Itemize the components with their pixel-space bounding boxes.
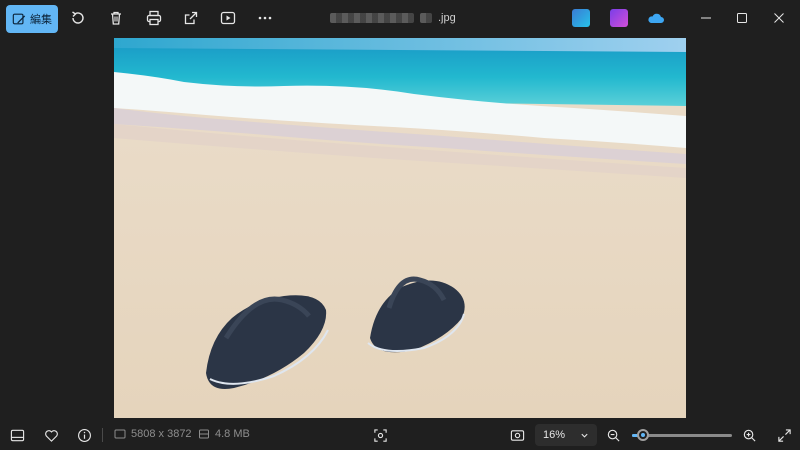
image-dimensions: 5808 x 3872	[114, 428, 192, 440]
maximize-icon	[737, 13, 747, 23]
edit-image-icon	[12, 13, 26, 25]
zoom-dropdown[interactable]: 16%	[535, 424, 597, 446]
storage-icon	[199, 429, 209, 439]
clipchamp-icon[interactable]	[572, 9, 590, 27]
file-size: 4.8 MB	[198, 428, 250, 440]
more-button[interactable]	[251, 6, 279, 30]
delete-icon	[111, 11, 121, 25]
actual-size-icon	[510, 429, 524, 441]
zoom-out-button[interactable]	[602, 425, 624, 445]
zoom-value: 16%	[543, 429, 566, 441]
zoom-slider-thumb[interactable]	[637, 429, 649, 441]
filename-extension: .jpg	[438, 12, 456, 24]
dimensions-text: 5808 x 3872	[131, 428, 192, 440]
favorite-button[interactable]	[40, 425, 62, 445]
slideshow-button[interactable]	[214, 6, 242, 30]
fullscreen-button[interactable]	[773, 425, 795, 445]
share-button[interactable]	[177, 6, 205, 30]
print-icon	[146, 10, 162, 26]
zoom-out-icon	[607, 429, 620, 442]
window-title: .jpg	[330, 11, 456, 25]
print-button[interactable]	[140, 6, 168, 30]
delete-button[interactable]	[102, 6, 130, 30]
onedrive-button[interactable]	[647, 9, 665, 27]
close-icon	[774, 13, 784, 23]
chevron-down-icon	[581, 433, 588, 438]
zoom-in-button[interactable]	[738, 425, 760, 445]
status-bar: 5808 x 3872 4.8 MB 16%	[0, 420, 800, 450]
fullscreen-icon	[777, 428, 791, 442]
zoom-in-icon	[743, 429, 756, 442]
actual-size-button[interactable]	[506, 425, 528, 445]
edit-button[interactable]: 編集	[6, 5, 58, 33]
filmstrip-button[interactable]	[6, 425, 28, 445]
image-size-icon	[114, 429, 126, 439]
filesize-text: 4.8 MB	[215, 428, 250, 440]
onedrive-icon	[648, 13, 664, 23]
title-bar: 編集 .jpg	[0, 0, 800, 36]
more-icon	[258, 16, 272, 20]
redacted-filename-part	[420, 13, 432, 23]
rotate-button[interactable]	[64, 6, 92, 30]
maximize-button[interactable]	[732, 8, 752, 28]
zoom-slider[interactable]	[632, 429, 732, 441]
close-button[interactable]	[769, 8, 789, 28]
redacted-filename	[330, 13, 414, 23]
fit-to-window-button[interactable]	[369, 425, 391, 445]
divider	[102, 428, 103, 442]
focus-frame-icon	[373, 428, 387, 442]
share-icon	[184, 11, 198, 25]
designer-icon[interactable]	[610, 9, 628, 27]
file-info-button[interactable]	[73, 425, 95, 445]
heart-icon	[44, 429, 58, 442]
filmstrip-icon	[10, 429, 24, 441]
beach-photo	[114, 38, 686, 418]
minimize-button[interactable]	[696, 8, 716, 28]
photo-view[interactable]	[114, 38, 686, 418]
minimize-icon	[701, 17, 711, 19]
edit-button-label: 編集	[30, 14, 52, 26]
info-icon	[77, 428, 91, 442]
rotate-icon	[72, 11, 84, 24]
slideshow-icon	[220, 11, 236, 25]
